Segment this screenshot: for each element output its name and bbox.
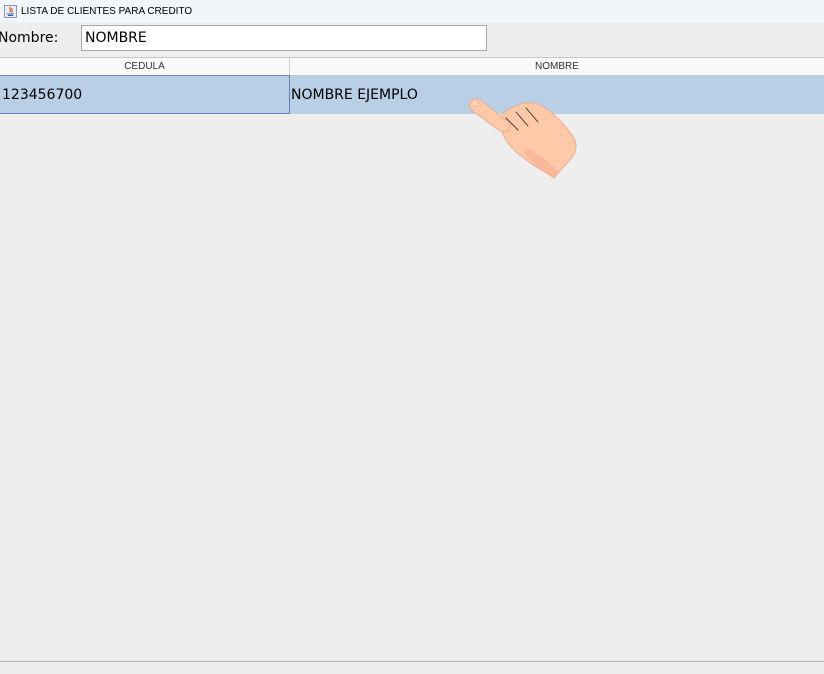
bottom-divider [0,661,824,662]
cell-cedula[interactable]: 123456700 [0,75,290,114]
column-header-cedula[interactable]: CEDULA [0,58,290,75]
table-row[interactable]: 123456700 NOMBRE EJEMPLO [0,75,824,114]
title-bar: LISTA DE CLIENTES PARA CREDITO [0,0,824,23]
window-title: LISTA DE CLIENTES PARA CREDITO [21,6,193,17]
pointing-hand-icon [468,98,577,179]
nombre-search-input[interactable] [81,25,487,51]
table-header: CEDULA NOMBRE [0,58,824,76]
java-icon [4,5,17,18]
column-header-nombre[interactable]: NOMBRE [290,58,824,75]
nombre-label: Nombre: [0,30,59,46]
